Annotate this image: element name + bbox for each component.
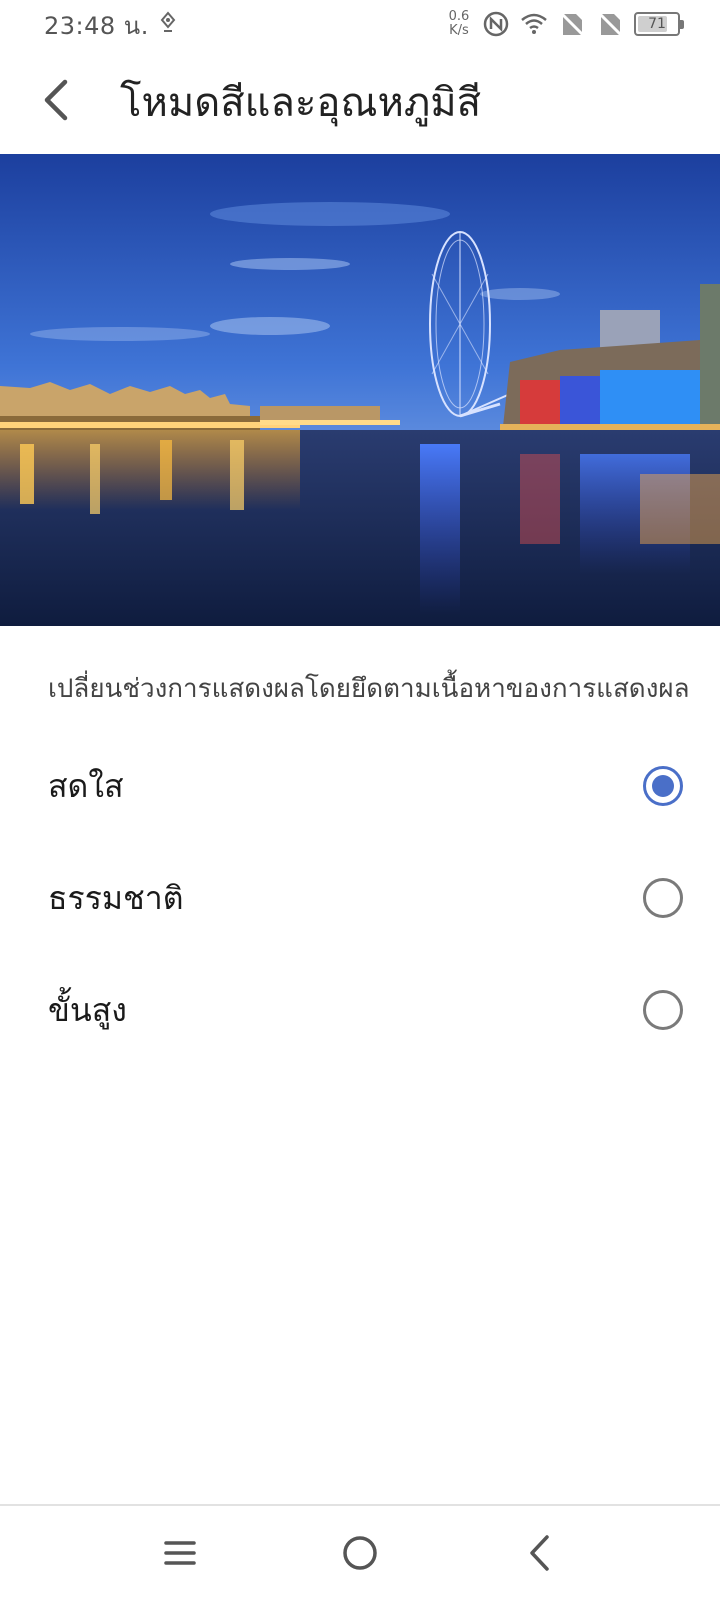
- nav-back-button[interactable]: [500, 1520, 580, 1586]
- home-icon: [343, 1536, 377, 1570]
- back-button[interactable]: [30, 74, 82, 126]
- option-label: ธรรมชาติ: [48, 878, 184, 917]
- back-icon: [530, 1535, 549, 1571]
- description-text: เปลี่ยนช่วงการแสดงผลโดยยึดตามเนื้อหาของก…: [48, 674, 690, 704]
- radio-button[interactable]: [643, 878, 683, 918]
- radio-button-selected[interactable]: [643, 766, 683, 806]
- wifi-icon: [520, 10, 548, 38]
- recents-button[interactable]: [140, 1520, 220, 1586]
- no-sim-icon: [596, 10, 624, 38]
- option-natural[interactable]: ธรรมชาติ: [0, 842, 720, 954]
- status-time: 23:48 น.: [44, 12, 149, 40]
- preview-image: [0, 154, 720, 626]
- home-button[interactable]: [320, 1520, 400, 1586]
- option-vivid[interactable]: สดใส: [0, 730, 720, 842]
- nfc-icon: [482, 10, 510, 38]
- radio-dot: [652, 775, 674, 797]
- option-label: ขั้นสูง: [48, 990, 127, 1029]
- option-advanced[interactable]: ขั้นสูง: [0, 954, 720, 1066]
- network-speed-unit: K/s: [449, 23, 469, 38]
- option-label: สดใส: [48, 766, 124, 805]
- no-sim-icon: [558, 10, 586, 38]
- system-nav-bar: [0, 1504, 720, 1600]
- menu-icon: [164, 1541, 196, 1565]
- app-header: โหมดสีและอุณหภูมิสี: [0, 46, 720, 154]
- page-title: โหมดสีและอุณหภูมิสี: [120, 80, 482, 126]
- network-speed-value: 0.6: [448, 9, 470, 24]
- network-speed: 0.6 K/s: [446, 10, 472, 38]
- battery-icon: 71: [634, 12, 684, 36]
- location-pin-icon: [158, 10, 178, 34]
- battery-level: 71: [648, 16, 666, 32]
- status-bar: 23:48 น. 0.6 K/s 71: [0, 0, 720, 46]
- chevron-left-icon: [44, 79, 68, 121]
- radio-button[interactable]: [643, 990, 683, 1030]
- status-icons: 0.6 K/s 71: [446, 6, 684, 42]
